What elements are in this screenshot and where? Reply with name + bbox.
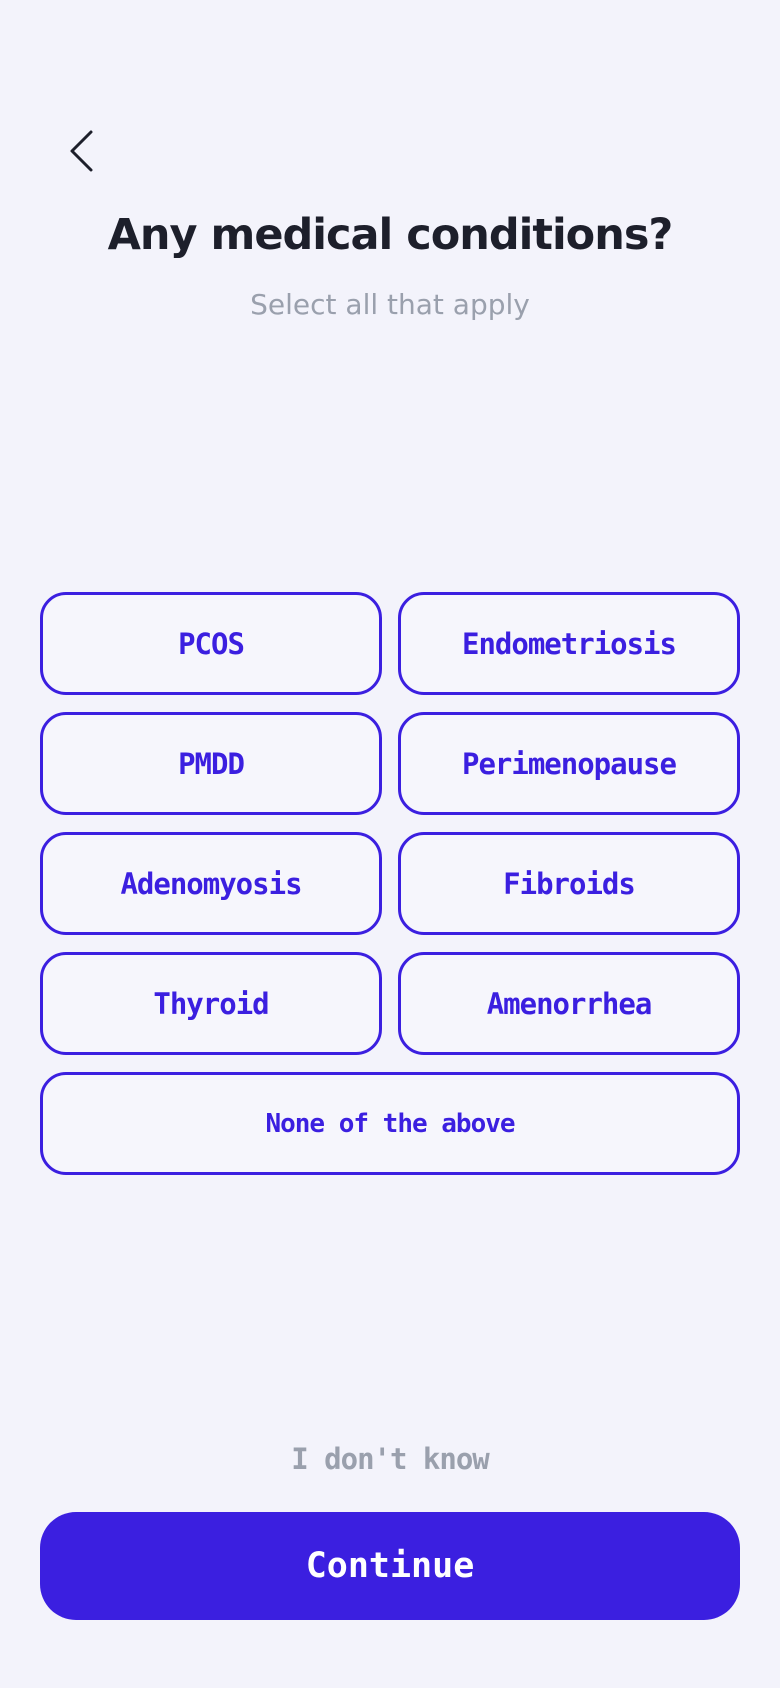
option-amenorrhea[interactable]: Amenorrhea — [398, 952, 740, 1055]
continue-button[interactable]: Continue — [40, 1512, 740, 1620]
option-pcos[interactable]: PCOS — [40, 592, 382, 695]
option-fibroids[interactable]: Fibroids — [398, 832, 740, 935]
back-button[interactable] — [56, 118, 106, 184]
option-pmdd[interactable]: PMDD — [40, 712, 382, 815]
option-thyroid[interactable]: Thyroid — [40, 952, 382, 1055]
dont-know-link[interactable]: I don't know — [0, 1442, 780, 1476]
option-perimenopause[interactable]: Perimenopause — [398, 712, 740, 815]
option-endometriosis[interactable]: Endometriosis — [398, 592, 740, 695]
page-title: Any medical conditions? — [107, 210, 674, 260]
option-none-of-the-above[interactable]: None of the above — [40, 1072, 740, 1175]
page-subtitle: Select all that apply — [250, 288, 530, 321]
chevron-left-icon — [70, 130, 93, 172]
option-adenomyosis[interactable]: Adenomyosis — [40, 832, 382, 935]
conditions-options: PCOS Endometriosis PMDD Perimenopause Ad… — [40, 592, 740, 1175]
